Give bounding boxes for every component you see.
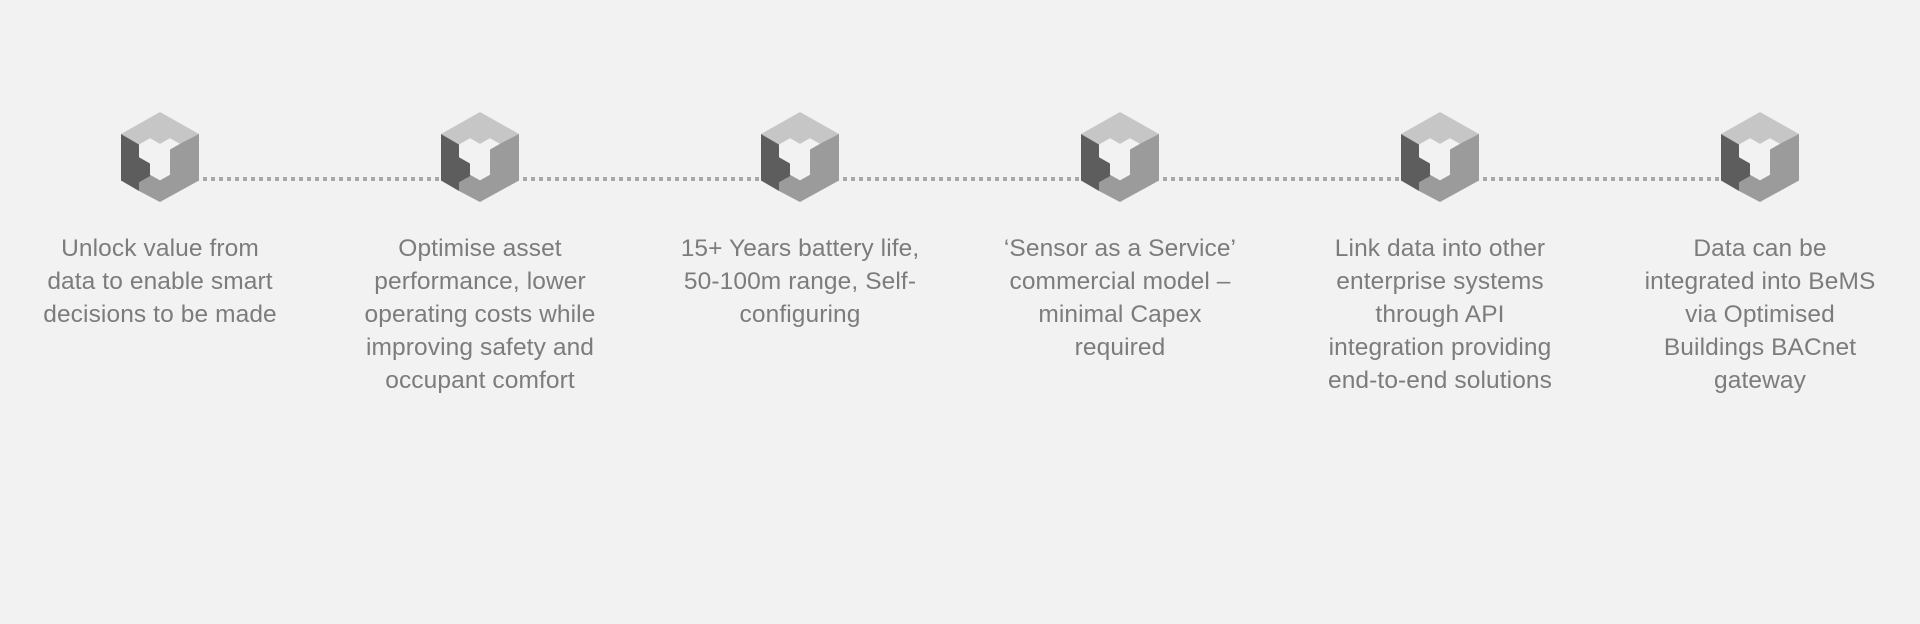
step-description: Data can be integrated into BeMS via Opt… (1644, 235, 1876, 394)
step-item-3: 15+ Years battery life, 50-100m range, S… (640, 0, 960, 331)
isometric-cube-icon (118, 110, 202, 202)
step-description: Optimise asset performance, lower operat… (364, 235, 596, 394)
step-item-5: Link data into other enterprise systems … (1280, 0, 1600, 397)
isometric-cube-icon (438, 110, 522, 202)
step-item-6: Data can be integrated into BeMS via Opt… (1600, 0, 1920, 397)
isometric-cube-icon (1718, 110, 1802, 202)
step-description: Unlock value from data to enable smart d… (43, 235, 277, 328)
steps-row: Unlock value from data to enable smart d… (0, 0, 1920, 397)
isometric-cube-icon (1078, 110, 1162, 202)
step-description: ‘Sensor as a Service’ commercial model –… (1003, 235, 1237, 361)
step-description: 15+ Years battery life, 50-100m range, S… (680, 235, 920, 328)
isometric-cube-icon (758, 110, 842, 202)
step-item-2: Optimise asset performance, lower operat… (320, 0, 640, 397)
step-item-1: Unlock value from data to enable smart d… (0, 0, 320, 331)
step-item-4: ‘Sensor as a Service’ commercial model –… (960, 0, 1280, 364)
isometric-cube-icon (1398, 110, 1482, 202)
feature-steps-infographic: Unlock value from data to enable smart d… (0, 0, 1920, 624)
step-description: Link data into other enterprise systems … (1327, 235, 1552, 394)
